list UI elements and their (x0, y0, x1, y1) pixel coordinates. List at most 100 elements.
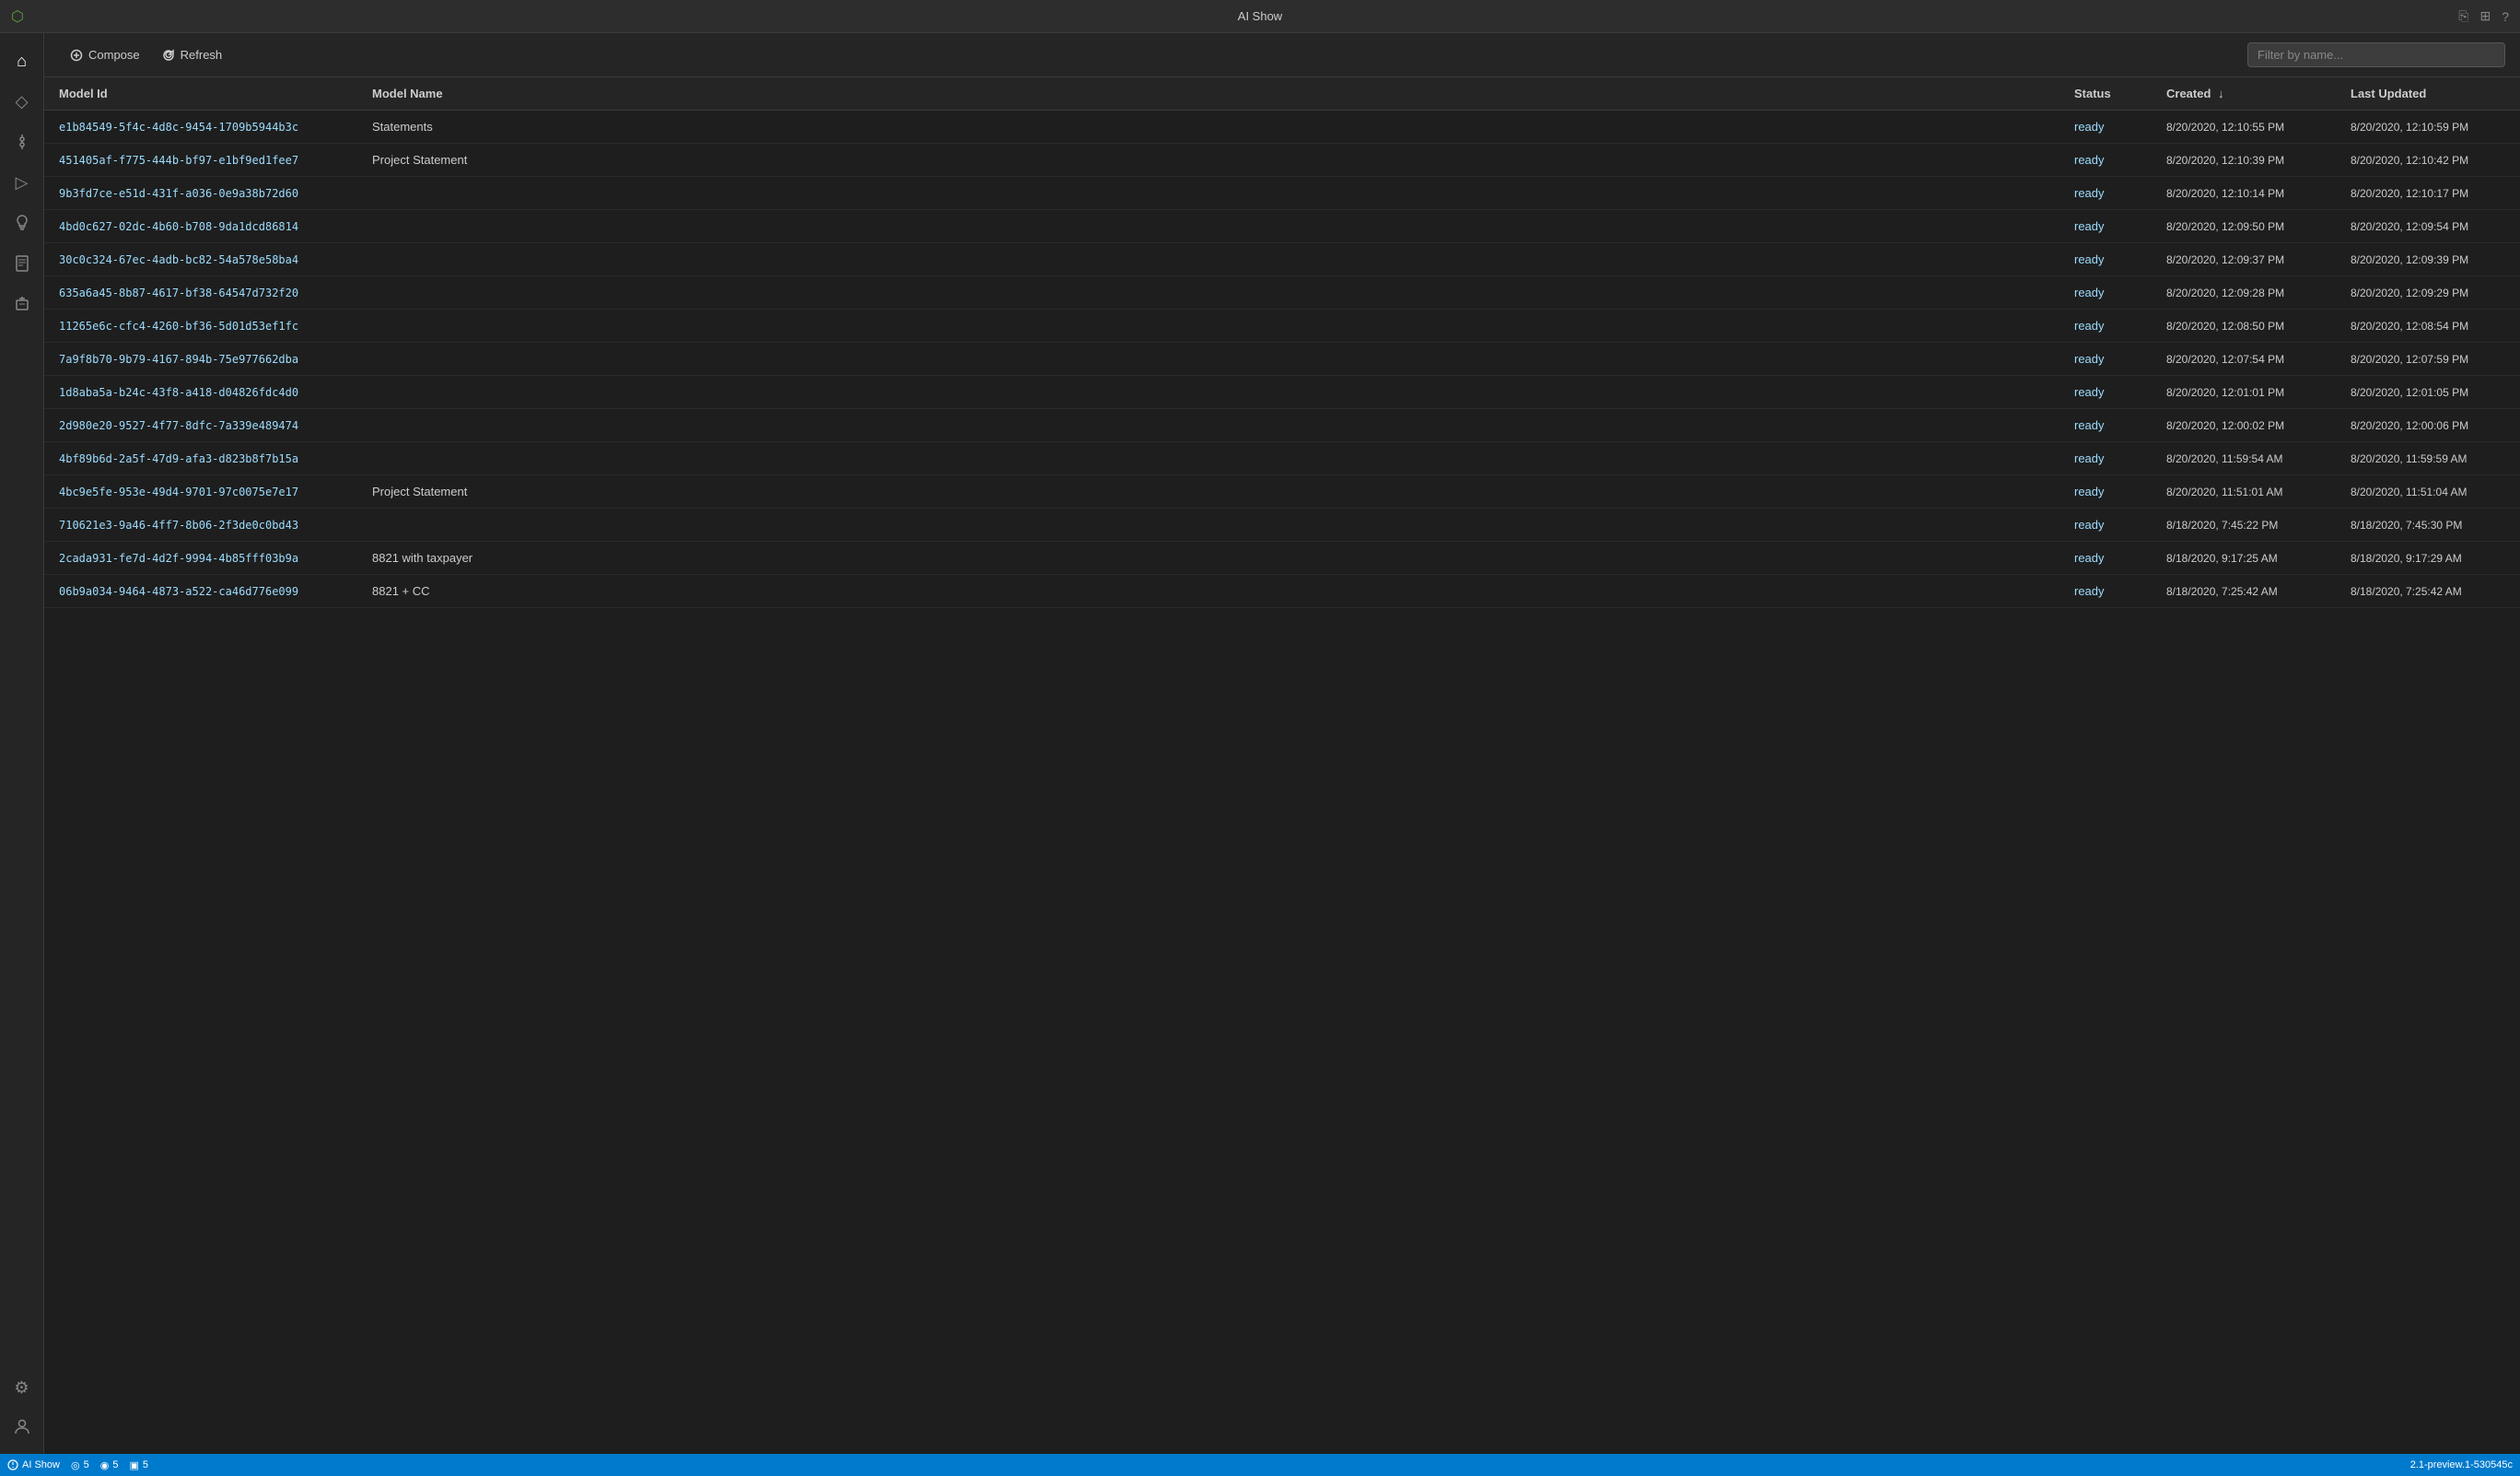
sidebar-item-gear[interactable]: ⚙ (4, 1369, 41, 1406)
status-app-label: AI Show (22, 1459, 60, 1470)
table-row[interactable]: 11265e6c-cfc4-4260-bf36-5d01d53ef1fc read… (44, 310, 2520, 343)
layout-icon[interactable]: ⊞ (2479, 8, 2491, 24)
cell-model-id: 9b3fd7ce-e51d-431f-a036-0e9a38b72d60 (44, 177, 357, 210)
sidebar-item-person[interactable] (4, 1408, 41, 1445)
cell-model-name: Project Statement (357, 475, 2059, 509)
sidebar-item-home[interactable]: ⌂ (4, 42, 41, 79)
cell-model-id: 4bd0c627-02dc-4b60-b708-9da1dcd86814 (44, 210, 357, 243)
table-row[interactable]: 2cada931-fe7d-4d2f-9994-4b85fff03b9a8821… (44, 542, 2520, 575)
status-app-name[interactable]: AI Show (7, 1459, 60, 1470)
cell-last-updated: 8/20/2020, 11:59:59 AM (2336, 442, 2520, 475)
table-row[interactable]: 9b3fd7ce-e51d-431f-a036-0e9a38b72d60 read… (44, 177, 2520, 210)
sidebar-item-plugin[interactable] (4, 286, 41, 322)
table-row[interactable]: 451405af-f775-444b-bf97-e1bf9ed1fee7Proj… (44, 144, 2520, 177)
cell-model-id: 06b9a034-9464-4873-a522-ca46d776e099 (44, 575, 357, 608)
cell-last-updated: 8/18/2020, 7:25:42 AM (2336, 575, 2520, 608)
cell-created: 8/20/2020, 12:10:55 PM (2152, 111, 2336, 144)
table-row[interactable]: 635a6a45-8b87-4617-bf38-64547d732f20read… (44, 276, 2520, 310)
compose-label: Compose (88, 48, 140, 62)
cell-model-name (357, 310, 2059, 343)
cell-created: 8/20/2020, 12:08:50 PM (2152, 310, 2336, 343)
table-row[interactable]: 06b9a034-9464-4873-a522-ca46d776e0998821… (44, 575, 2520, 608)
table-row[interactable]: 4bd0c627-02dc-4b60-b708-9da1dcd86814 read… (44, 210, 2520, 243)
cell-last-updated: 8/20/2020, 11:51:04 AM (2336, 475, 2520, 509)
cell-status: ready (2059, 542, 2152, 575)
count2-value: 5 (112, 1459, 118, 1470)
table-row[interactable]: 4bc9e5fe-953e-49d4-9701-97c0075e7e17Proj… (44, 475, 2520, 509)
cell-model-name (357, 177, 2059, 210)
col-header-status: Status (2059, 77, 2152, 111)
col-header-created[interactable]: Created ↓ (2152, 77, 2336, 111)
cell-status: ready (2059, 144, 2152, 177)
cell-last-updated: 8/20/2020, 12:01:05 PM (2336, 376, 2520, 409)
cell-last-updated: 8/20/2020, 12:09:29 PM (2336, 276, 2520, 310)
cell-model-id: 2cada931-fe7d-4d2f-9994-4b85fff03b9a (44, 542, 357, 575)
cell-status: ready (2059, 409, 2152, 442)
share-icon[interactable]: ⎘ (2458, 8, 2468, 24)
col-header-model-name: Model Name (357, 77, 2059, 111)
sidebar-item-bookmark[interactable]: ◇ (4, 83, 41, 120)
cell-last-updated: 8/20/2020, 12:10:42 PM (2336, 144, 2520, 177)
cell-last-updated: 8/20/2020, 12:00:06 PM (2336, 409, 2520, 442)
sidebar-item-document[interactable] (4, 245, 41, 282)
cell-model-name (357, 376, 2059, 409)
cell-status: ready (2059, 475, 2152, 509)
status-version: 2.1-preview.1-530545c (2410, 1459, 2513, 1470)
count3-value: 5 (143, 1459, 148, 1470)
cell-created: 8/20/2020, 11:59:54 AM (2152, 442, 2336, 475)
sidebar-item-lightbulb[interactable] (4, 205, 41, 241)
sidebar-item-settings-alt[interactable] (4, 123, 41, 160)
cell-model-name (357, 276, 2059, 310)
cell-last-updated: 8/20/2020, 12:07:59 PM (2336, 343, 2520, 376)
cell-last-updated: 8/18/2020, 7:45:30 PM (2336, 509, 2520, 542)
cell-status: ready (2059, 276, 2152, 310)
cell-model-id: 2d980e20-9527-4f77-8dfc-7a339e489474 (44, 409, 357, 442)
cell-status: ready (2059, 575, 2152, 608)
cell-model-name: Project Statement (357, 144, 2059, 177)
cell-status: ready (2059, 177, 2152, 210)
title-bar-actions: ⎘ ⊞ ? (2458, 8, 2509, 24)
cell-status: ready (2059, 509, 2152, 542)
cell-created: 8/18/2020, 9:17:25 AM (2152, 542, 2336, 575)
status-count1[interactable]: ◎ 5 (71, 1459, 89, 1471)
cell-status: ready (2059, 376, 2152, 409)
help-icon[interactable]: ? (2502, 9, 2509, 24)
cell-model-name: 8821 with taxpayer (357, 542, 2059, 575)
col-header-last-updated: Last Updated (2336, 77, 2520, 111)
cell-model-id: 7a9f8b70-9b79-4167-894b-75e977662dba (44, 343, 357, 376)
compose-button[interactable]: Compose (59, 42, 151, 67)
cell-status: ready (2059, 343, 2152, 376)
table-header-row: Model Id Model Name Status Created ↓ Las… (44, 77, 2520, 111)
cell-last-updated: 8/20/2020, 12:10:17 PM (2336, 177, 2520, 210)
table-row[interactable]: 7a9f8b70-9b79-4167-894b-75e977662dba read… (44, 343, 2520, 376)
app-logo: ⬡ (11, 7, 24, 26)
table-row[interactable]: 4bf89b6d-2a5f-47d9-afa3-d823b8f7b15aread… (44, 442, 2520, 475)
cell-status: ready (2059, 210, 2152, 243)
table-row[interactable]: e1b84549-5f4c-4d8c-9454-1709b5944b3cStat… (44, 111, 2520, 144)
window-title: AI Show (1238, 9, 1282, 23)
refresh-button[interactable]: Refresh (151, 42, 234, 67)
table-row[interactable]: 2d980e20-9527-4f77-8dfc-7a339e489474 read… (44, 409, 2520, 442)
cell-model-name: 8821 + CC (357, 575, 2059, 608)
table-row[interactable]: 1d8aba5a-b24c-43f8-a418-d04826fdc4d0 read… (44, 376, 2520, 409)
cell-created: 8/20/2020, 12:01:01 PM (2152, 376, 2336, 409)
cell-created: 8/20/2020, 11:51:01 AM (2152, 475, 2336, 509)
cell-last-updated: 8/20/2020, 12:09:54 PM (2336, 210, 2520, 243)
count1-icon: ◎ (71, 1459, 80, 1471)
cell-last-updated: 8/18/2020, 9:17:29 AM (2336, 542, 2520, 575)
table-row[interactable]: 30c0c324-67ec-4adb-bc82-54a578e58ba4read… (44, 243, 2520, 276)
cell-model-id: 451405af-f775-444b-bf97-e1bf9ed1fee7 (44, 144, 357, 177)
cell-model-id: 1d8aba5a-b24c-43f8-a418-d04826fdc4d0 (44, 376, 357, 409)
sidebar-item-run[interactable]: ▷ (4, 164, 41, 201)
status-count2[interactable]: ◉ 5 (100, 1459, 119, 1471)
count1-value: 5 (84, 1459, 89, 1470)
status-count3[interactable]: ▣ 5 (129, 1459, 148, 1471)
cell-created: 8/20/2020, 12:09:37 PM (2152, 243, 2336, 276)
status-bar: AI Show ◎ 5 ◉ 5 ▣ 5 2.1-preview.1-530545… (0, 1454, 2520, 1476)
count3-icon: ▣ (129, 1459, 138, 1471)
cell-created: 8/20/2020, 12:09:28 PM (2152, 276, 2336, 310)
filter-input[interactable] (2247, 42, 2505, 67)
cell-status: ready (2059, 310, 2152, 343)
cell-model-id: 11265e6c-cfc4-4260-bf36-5d01d53ef1fc (44, 310, 357, 343)
table-row[interactable]: 710621e3-9a46-4ff7-8b06-2f3de0c0bd43read… (44, 509, 2520, 542)
